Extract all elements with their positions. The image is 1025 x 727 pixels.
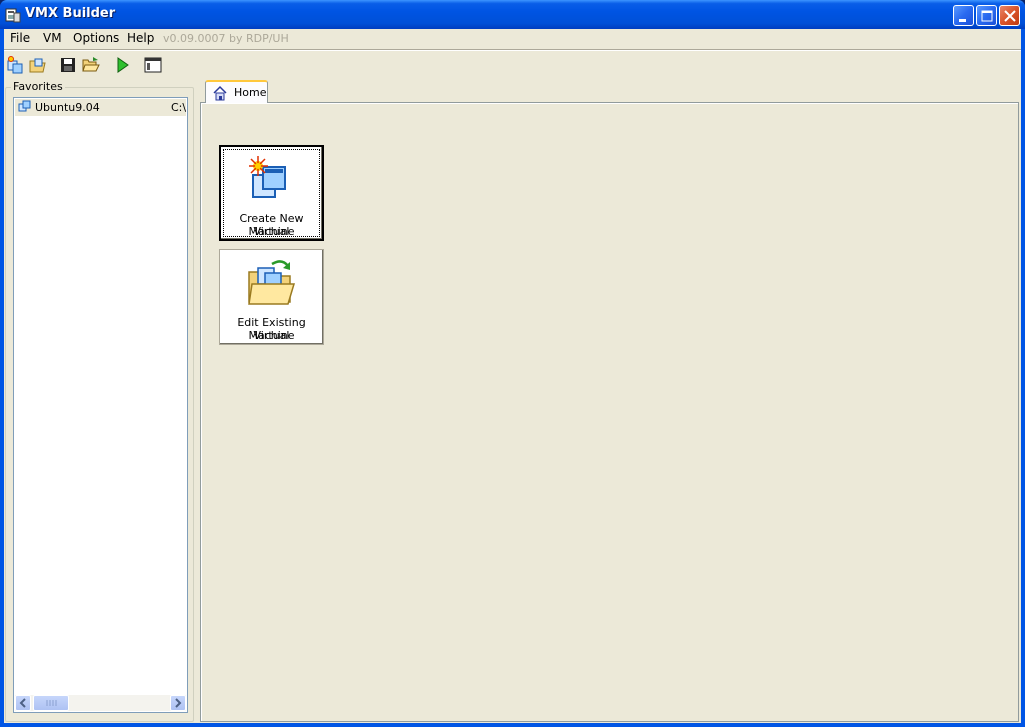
edit-vm-label-2: Machine — [248, 329, 295, 342]
home-icon — [212, 85, 228, 104]
vm-icon — [18, 100, 32, 117]
edit-vm-icon — [246, 258, 296, 311]
window-layout-icon[interactable] — [142, 54, 164, 76]
new-vm-icon — [248, 155, 295, 208]
close-button[interactable] — [999, 5, 1020, 26]
open-folder-icon[interactable] — [80, 54, 102, 76]
app-window: VMX Builder File VM Options Help v0.09.0… — [0, 0, 1025, 727]
tab-home[interactable]: Home — [205, 80, 268, 103]
version-label: v0.09.0007 by RDP/UH — [163, 32, 289, 45]
scroll-right-icon[interactable] — [170, 695, 186, 711]
menu-file[interactable]: File — [10, 31, 30, 45]
favorite-name: Ubuntu9.04 — [35, 101, 100, 114]
title-bar[interactable]: VMX Builder — [0, 0, 1025, 29]
window-title: VMX Builder — [25, 6, 116, 21]
app-icon[interactable] — [5, 7, 21, 23]
menu-bar: File VM Options Help v0.09.0007 by RDP/U… — [4, 29, 1021, 48]
horizontal-scrollbar[interactable] — [15, 695, 186, 711]
run-icon[interactable] — [111, 54, 133, 76]
create-new-vm-button[interactable]: Create New Virtual Machine — [219, 145, 324, 241]
toolbar — [4, 51, 1021, 78]
tab-home-label: Home — [234, 86, 267, 99]
favorite-path: C:\ — [171, 101, 187, 114]
favorites-list[interactable]: Ubuntu9.04 C:\ — [13, 97, 188, 713]
scroll-thumb[interactable] — [33, 695, 69, 711]
favorites-label: Favorites — [11, 80, 65, 93]
save-icon[interactable] — [57, 54, 79, 76]
scroll-left-icon[interactable] — [15, 695, 31, 711]
maximize-button[interactable] — [976, 5, 997, 26]
edit-existing-vm-button[interactable]: Edit Existing Virtual Machine — [219, 249, 324, 345]
client-area: File VM Options Help v0.09.0007 by RDP/U… — [4, 29, 1021, 723]
menu-vm[interactable]: VM — [43, 31, 62, 45]
menu-help[interactable]: Help — [127, 31, 154, 45]
menu-options[interactable]: Options — [73, 31, 119, 45]
new-vm-icon[interactable] — [4, 54, 26, 76]
create-vm-label-2: Machine — [248, 225, 295, 238]
list-item[interactable]: Ubuntu9.04 C:\ — [15, 99, 186, 116]
minimize-button[interactable] — [953, 5, 974, 26]
edit-vm-icon[interactable] — [27, 54, 49, 76]
